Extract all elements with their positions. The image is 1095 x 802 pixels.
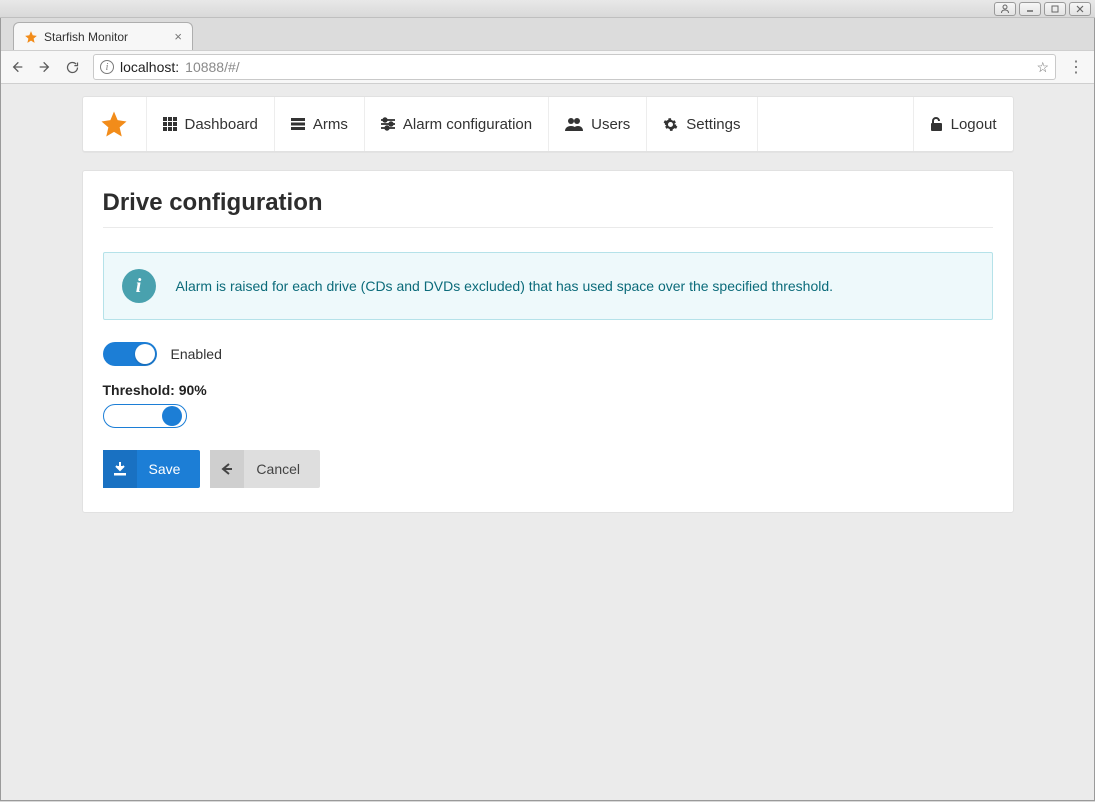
app-navbar: Dashboard Arms Alarm configuration	[82, 96, 1014, 152]
address-bar[interactable]: i localhost: 10888/#/ ☆	[93, 54, 1056, 80]
reload-button[interactable]	[65, 60, 83, 75]
os-user-button[interactable]	[994, 2, 1016, 16]
nav-label: Alarm configuration	[403, 116, 532, 133]
nav-label: Logout	[951, 116, 997, 133]
cancel-button[interactable]: Cancel	[210, 450, 320, 488]
cancel-label: Cancel	[244, 461, 320, 477]
brand-logo[interactable]	[83, 97, 147, 151]
nav-label: Settings	[686, 116, 740, 133]
nav-label: Dashboard	[185, 116, 258, 133]
url-path: 10888/#/	[185, 59, 240, 75]
browser-tab[interactable]: Starfish Monitor ×	[13, 22, 193, 50]
page-viewport: Dashboard Arms Alarm configuration	[1, 84, 1094, 800]
maximize-icon	[1050, 4, 1060, 14]
sliders-icon	[381, 117, 395, 131]
threshold-slider[interactable]	[103, 404, 187, 428]
nav-settings[interactable]: Settings	[647, 97, 757, 151]
info-text: Alarm is raised for each drive (CDs and …	[176, 278, 834, 294]
threshold-label: Threshold: 90%	[103, 382, 993, 398]
enabled-label: Enabled	[171, 346, 222, 362]
browser-menu-button[interactable]: ⋮	[1066, 57, 1086, 77]
info-alert: i Alarm is raised for each drive (CDs an…	[103, 252, 993, 320]
os-titlebar	[0, 0, 1095, 18]
tab-close-icon[interactable]: ×	[174, 29, 182, 44]
nav-logout[interactable]: Logout	[914, 97, 1013, 151]
save-button[interactable]: Save	[103, 450, 201, 488]
grid-icon	[163, 117, 177, 131]
arrow-right-icon	[37, 59, 53, 75]
nav-label: Arms	[313, 116, 348, 133]
arrow-left-icon	[9, 59, 25, 75]
os-minimize-button[interactable]	[1019, 2, 1041, 16]
download-icon	[103, 450, 137, 488]
minimize-icon	[1025, 4, 1035, 14]
close-icon	[1075, 4, 1085, 14]
users-icon	[565, 117, 583, 131]
bars-icon	[291, 118, 305, 130]
content-panel: Drive configuration i Alarm is raised fo…	[82, 170, 1014, 513]
gear-icon	[663, 117, 678, 132]
nav-arms[interactable]: Arms	[275, 97, 365, 151]
unlock-icon	[930, 117, 943, 132]
page-title: Drive configuration	[103, 189, 993, 228]
arrow-left-icon	[210, 450, 244, 488]
nav-label: Users	[591, 116, 630, 133]
back-button[interactable]	[9, 59, 27, 75]
toggle-knob	[135, 344, 155, 364]
forward-button[interactable]	[37, 59, 55, 75]
slider-handle[interactable]	[162, 406, 182, 426]
url-host: localhost:	[120, 59, 179, 75]
bookmark-star-icon[interactable]: ☆	[1036, 59, 1049, 76]
reload-icon	[65, 60, 80, 75]
browser-toolbar: i localhost: 10888/#/ ☆ ⋮	[1, 50, 1094, 84]
nav-spacer	[758, 97, 914, 151]
enabled-toggle[interactable]	[103, 342, 157, 366]
nav-users[interactable]: Users	[549, 97, 647, 151]
info-icon: i	[122, 269, 156, 303]
nav-dashboard[interactable]: Dashboard	[147, 97, 275, 151]
nav-alarm-configuration[interactable]: Alarm configuration	[365, 97, 549, 151]
site-info-icon[interactable]: i	[100, 60, 114, 74]
user-icon	[1000, 4, 1010, 14]
save-label: Save	[137, 461, 201, 477]
star-icon	[99, 109, 129, 139]
tab-strip: Starfish Monitor ×	[1, 18, 1094, 50]
os-close-button[interactable]	[1069, 2, 1091, 16]
tab-title: Starfish Monitor	[44, 30, 128, 44]
star-icon	[24, 30, 38, 44]
os-maximize-button[interactable]	[1044, 2, 1066, 16]
browser-chrome: Starfish Monitor × i localhost: 10888/#/ …	[0, 18, 1095, 801]
